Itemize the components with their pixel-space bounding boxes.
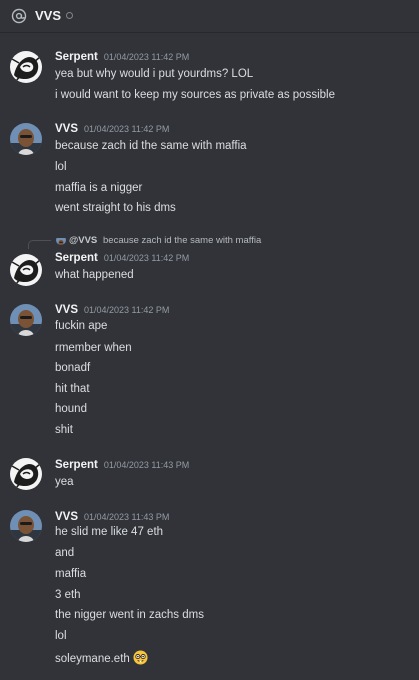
message-text: i would want to keep my sources as priva… bbox=[55, 89, 335, 101]
timestamp: 01/04/2023 11:43 PM bbox=[84, 512, 170, 522]
timestamp: 01/04/2023 11:42 PM bbox=[84, 305, 170, 315]
author-name[interactable]: VVS bbox=[55, 511, 78, 523]
message-text: hit that bbox=[55, 383, 90, 395]
nerd-face-emoji bbox=[133, 650, 148, 665]
message-text: rmember when bbox=[55, 342, 132, 354]
message-text: went straight to his dms bbox=[55, 202, 176, 214]
message-text: soleymane.eth bbox=[55, 650, 148, 665]
status-offline-icon bbox=[66, 12, 73, 19]
avatar[interactable] bbox=[10, 123, 42, 155]
message-text: hound bbox=[55, 403, 87, 415]
author-name[interactable]: VVS bbox=[55, 123, 78, 135]
message-text: bonadf bbox=[55, 362, 91, 374]
message-text: yea bbox=[55, 476, 74, 488]
message-text: fuckin ape bbox=[55, 320, 108, 332]
reply-preview[interactable]: @VVS because zach id the same with maffi… bbox=[0, 234, 419, 249]
channel-header: VVS bbox=[0, 0, 419, 33]
author-name[interactable]: Serpent bbox=[55, 459, 98, 471]
message-text: lol bbox=[55, 630, 67, 642]
avatar[interactable] bbox=[10, 510, 42, 542]
message-text: maffia is a nigger bbox=[55, 182, 143, 194]
reply-text[interactable]: because zach id the same with maffia bbox=[103, 235, 261, 246]
author-name[interactable]: VVS bbox=[55, 304, 78, 316]
avatar[interactable] bbox=[10, 304, 42, 336]
reply-author[interactable]: @VVS bbox=[69, 235, 97, 246]
timestamp: 01/04/2023 11:42 PM bbox=[103, 253, 190, 263]
reply-avatar bbox=[56, 235, 66, 245]
timestamp: 01/04/2023 11:42 PM bbox=[103, 52, 190, 62]
message-text: because zach id the same with maffia bbox=[55, 140, 247, 152]
author-name[interactable]: Serpent bbox=[55, 51, 98, 63]
message-text: and bbox=[55, 547, 75, 559]
message-text: what happened bbox=[55, 269, 134, 281]
avatar[interactable] bbox=[10, 254, 42, 286]
message-text: he slid me like 47 eth bbox=[55, 526, 164, 538]
header-title[interactable]: VVS bbox=[35, 8, 61, 23]
message-text: shit bbox=[55, 424, 73, 436]
message-text: the nigger went in zachs dms bbox=[55, 609, 204, 621]
author-name[interactable]: Serpent bbox=[55, 252, 98, 264]
message-text-content: soleymane.eth bbox=[55, 653, 130, 665]
at-icon bbox=[11, 8, 27, 24]
message-text: 3 eth bbox=[55, 589, 81, 601]
avatar[interactable] bbox=[10, 51, 42, 83]
message-text: lol bbox=[55, 161, 67, 173]
message-text: maffia bbox=[55, 568, 87, 580]
timestamp: 01/04/2023 11:43 PM bbox=[103, 460, 190, 470]
avatar[interactable] bbox=[10, 458, 42, 490]
message-text: yea but why would i put yourdms? LOL bbox=[55, 68, 254, 80]
timestamp: 01/04/2023 11:42 PM bbox=[84, 124, 170, 134]
reply-spine bbox=[28, 240, 51, 249]
